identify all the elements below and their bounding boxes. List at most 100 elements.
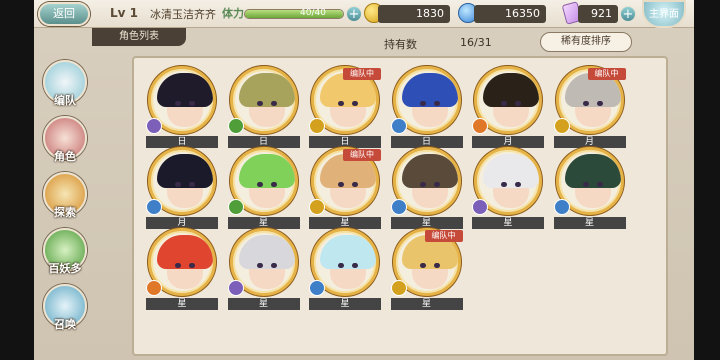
character-hair [401,154,458,188]
attribute-icon [309,280,325,296]
character-eye [175,263,181,268]
main-menu-button[interactable]: 主界面 [642,0,686,28]
character-hair [238,73,295,107]
character-eye [270,101,277,106]
rarity-label: 星 [227,298,300,310]
character-eye [582,182,589,187]
character-card[interactable]: 日 [390,66,463,148]
character-hair [157,154,213,188]
stamina-fill [245,10,343,18]
back-button[interactable]: 返回 [38,2,90,26]
nav-explore[interactable]: 探索 [40,172,90,219]
add-stamina-button[interactable]: + [346,6,362,22]
character-hair [483,73,539,107]
character-eye [338,263,344,268]
attribute-icon [390,199,407,215]
nav-team[interactable]: 编队 [40,60,90,107]
attribute-icon [472,118,488,134]
character-eye [433,182,440,187]
attribute-icon [472,199,488,215]
spirit-count: 16350 [474,5,546,23]
nav-character-label: 角色 [54,150,76,163]
app-window: 返回 Lv 1 冰清玉洁齐齐 体力 40/40 + 1830 16350 921… [0,0,720,360]
coin-count: 1830 [378,5,450,23]
in-team-badge: 编队中 [424,230,463,242]
attribute-icon [553,118,570,134]
character-grid: 日日日编队中日月月编队中月星星编队中星星星星星星星编队中 [146,66,666,356]
nav-team-label: 编队 [54,94,76,107]
character-card[interactable]: 星 [227,147,300,229]
character-card[interactable]: 星 [390,147,463,229]
in-team-badge: 编队中 [587,68,626,80]
character-card[interactable]: 月 [146,147,218,229]
character-eye [338,182,344,187]
character-hair [320,235,376,269]
attribute-icon [309,118,325,134]
character-card[interactable]: 星 [227,228,300,310]
character-eye [256,263,263,268]
owned-label: 持有数 [384,38,417,51]
character-card[interactable]: 星编队中 [309,147,381,229]
attribute-icon [309,199,325,215]
character-eye [189,101,195,106]
character-eye [501,182,507,187]
rarity-label: 星 [309,298,381,310]
nav-summon[interactable]: 召唤 [40,284,90,331]
character-eye [270,182,277,187]
character-eye [433,101,440,106]
attribute-icon [227,118,244,134]
attribute-icon [146,280,162,296]
character-eye [352,263,358,268]
character-eye [338,101,344,106]
nav-yokai-label: 百妖多 [48,262,82,275]
character-card[interactable]: 星 编队中 [390,228,463,310]
character-card[interactable]: 星 [309,228,381,310]
character-card[interactable]: 日 [146,66,218,148]
character-card[interactable]: 星 [146,228,218,310]
rarity-label: 星 [553,217,626,229]
attribute-icon [227,280,244,296]
attribute-icon [146,199,162,215]
add-card-button[interactable]: + [620,6,636,22]
character-card[interactable]: 星 [553,147,626,229]
rarity-label: 星 [390,298,463,310]
character-eye [596,101,603,106]
character-eye [256,101,263,106]
character-eye [256,182,263,187]
character-eye [352,101,358,106]
character-hair [238,154,295,188]
in-team-badge: 编队中 [343,68,381,80]
character-eye [515,101,521,106]
character-card[interactable]: 月编队中 [553,66,626,148]
character-hair [238,235,295,269]
nav-summon-label: 召唤 [54,318,76,331]
rarity-label: 星 [472,217,544,229]
character-eye [189,182,195,187]
character-hair [564,154,621,188]
nav-explore-label: 探索 [54,206,76,219]
character-hair [483,154,539,188]
player-level: Lv 1 [110,6,138,20]
character-eye [582,101,589,106]
character-hair [401,73,458,107]
card-count: 921 [578,5,618,23]
attribute-icon [227,199,244,215]
character-eye [515,182,521,187]
character-card[interactable]: 月 [472,66,544,148]
character-eye [501,101,507,106]
sort-rarity-button[interactable]: 稀有度排序 [540,32,632,52]
nav-yokai[interactable]: 百妖多 [40,228,90,275]
character-card[interactable]: 星 [472,147,544,229]
tab-character-list: 角色列表 [92,28,186,46]
attribute-icon [390,280,407,296]
stamina-value: 40/40 [300,8,326,18]
character-eye [419,263,426,268]
nav-character[interactable]: 角色 [40,116,90,163]
attribute-icon [146,118,162,134]
character-card[interactable]: 日编队中 [309,66,381,148]
character-eye [352,182,358,187]
character-card[interactable]: 日 [227,66,300,148]
player-name: 冰清玉洁齐齐 [150,8,216,21]
character-eye [270,263,277,268]
character-eye [175,101,181,106]
